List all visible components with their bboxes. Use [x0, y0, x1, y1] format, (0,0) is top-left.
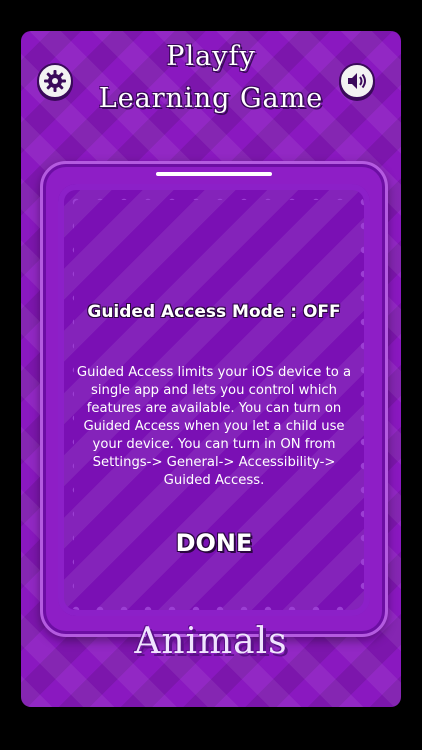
- dialog-title: Guided Access Mode : OFF: [87, 302, 341, 322]
- category-label: Animals: [134, 621, 288, 662]
- game-screen: Playfy Learning Game Guided Access Mode …: [21, 31, 401, 707]
- gear-icon: [44, 70, 66, 92]
- guided-access-dialog: Guided Access Mode : OFF Guided Access l…: [40, 161, 388, 637]
- dialog-content: Guided Access Mode : OFF Guided Access l…: [58, 184, 370, 616]
- speaker-icon: [348, 73, 366, 89]
- done-button[interactable]: DONE: [170, 526, 258, 560]
- dialog-handle: [156, 172, 272, 176]
- sound-button[interactable]: [339, 63, 375, 99]
- dialog-message: Guided Access limits your iOS device to …: [76, 365, 352, 488]
- settings-button[interactable]: [37, 63, 73, 99]
